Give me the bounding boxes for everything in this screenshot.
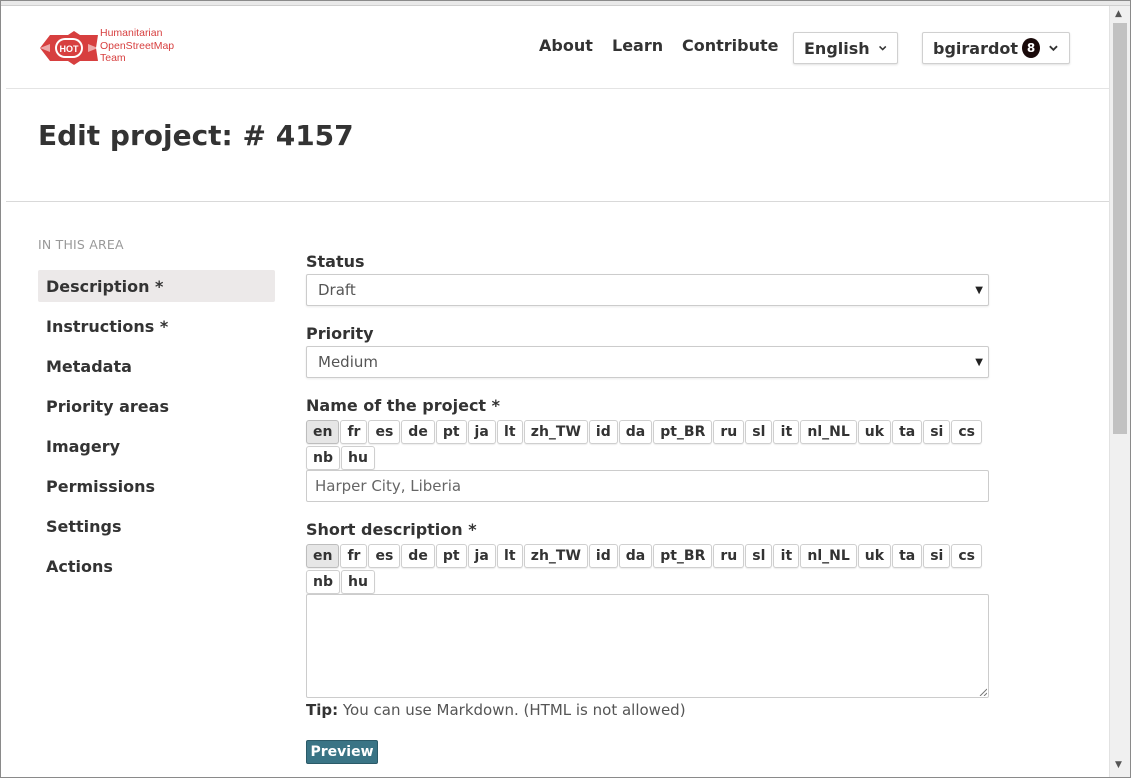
- description-lang-button-id[interactable]: id: [588, 544, 618, 568]
- sidebar-item-actions[interactable]: Actions: [38, 550, 275, 582]
- name-lang-button-lt[interactable]: lt: [496, 420, 523, 444]
- status-value: Draft: [318, 281, 356, 299]
- nav-about[interactable]: About: [539, 36, 593, 55]
- name-lang-button-pt[interactable]: pt: [435, 420, 467, 444]
- select-arrow-icon: ▼: [975, 285, 983, 296]
- description-lang-button-pt[interactable]: pt: [435, 544, 467, 568]
- description-lang-button-ja[interactable]: ja: [467, 544, 496, 568]
- name-lang-button-nl_NL[interactable]: nl_NL: [800, 420, 857, 444]
- description-lang-button-pt_BR[interactable]: pt_BR: [653, 544, 713, 568]
- name-lang-button-hu[interactable]: hu: [341, 446, 375, 470]
- sidebar-item-description[interactable]: Description *: [38, 270, 275, 302]
- brand-name[interactable]: Humanitarian OpenStreetMap Team: [100, 27, 210, 65]
- name-lang-button-uk[interactable]: uk: [857, 420, 892, 444]
- sidebar-item-settings[interactable]: Settings: [38, 510, 275, 542]
- description-lang-button-de[interactable]: de: [401, 544, 435, 568]
- language-tabs-description: en fr es de pt ja lt zh_TW id da pt_BR ru sl it nl_NL u…: [306, 544, 989, 594]
- chevron-down-icon: [1049, 45, 1058, 52]
- priority-value: Medium: [318, 353, 378, 371]
- name-lang-button-cs[interactable]: cs: [951, 420, 982, 444]
- sidebar-item-metadata[interactable]: Metadata: [38, 350, 275, 382]
- short-description-textarea[interactable]: [306, 594, 989, 698]
- name-lang-button-sl[interactable]: sl: [745, 420, 773, 444]
- name-lang-button-de[interactable]: de: [401, 420, 435, 444]
- name-lang-button-ja[interactable]: ja: [467, 420, 496, 444]
- name-lang-button-it[interactable]: it: [773, 420, 800, 444]
- description-lang-button-nl_NL[interactable]: nl_NL: [800, 544, 857, 568]
- preview-button[interactable]: Preview: [306, 740, 378, 764]
- sidebar-item-imagery[interactable]: Imagery: [38, 430, 275, 462]
- name-lang-button-es[interactable]: es: [368, 420, 401, 444]
- nav-learn[interactable]: Learn: [612, 36, 663, 55]
- brand-line-2: OpenStreetMap: [100, 39, 175, 52]
- description-lang-button-si[interactable]: si: [923, 544, 951, 568]
- description-lang-button-ta[interactable]: ta: [892, 544, 923, 568]
- resize-handle-icon[interactable]: [979, 688, 987, 696]
- nav-contribute[interactable]: Contribute: [682, 36, 779, 55]
- title-band: Edit project: # 4157: [6, 89, 1109, 202]
- page-title: Edit project: # 4157: [38, 119, 354, 152]
- description-lang-button-lt[interactable]: lt: [496, 544, 523, 568]
- name-lang-button-id[interactable]: id: [588, 420, 618, 444]
- description-lang-button-sl[interactable]: sl: [745, 544, 773, 568]
- description-lang-button-nb[interactable]: nb: [306, 570, 340, 594]
- name-lang-button-zh_TW[interactable]: zh_TW: [523, 420, 588, 444]
- name-lang-button-ru[interactable]: ru: [713, 420, 745, 444]
- scroll-thumb[interactable]: [1113, 23, 1127, 434]
- description-lang-button-uk[interactable]: uk: [857, 544, 892, 568]
- short-description-label: Short description *: [306, 520, 477, 539]
- markdown-tip: Tip: You can use Markdown. (HTML is not …: [306, 701, 686, 719]
- description-lang-button-ru[interactable]: ru: [713, 544, 745, 568]
- priority-select[interactable]: Medium ▼: [306, 346, 989, 378]
- chevron-down-icon: [878, 45, 886, 51]
- site-header: HOT Humanitarian OpenStreetMap Team Abou…: [6, 6, 1109, 89]
- project-name-label: Name of the project *: [306, 396, 501, 415]
- name-lang-button-pt_BR[interactable]: pt_BR: [653, 420, 713, 444]
- sidebar-item-permissions[interactable]: Permissions: [38, 470, 275, 502]
- description-lang-button-zh_TW[interactable]: zh_TW: [523, 544, 588, 568]
- name-lang-button-en[interactable]: en: [306, 420, 340, 444]
- description-lang-button-hu[interactable]: hu: [341, 570, 375, 594]
- description-lang-button-it[interactable]: it: [773, 544, 800, 568]
- name-lang-button-nb[interactable]: nb: [306, 446, 340, 470]
- language-tabs-name: en fr es de pt ja lt zh_TW id da pt_BR ru sl it nl_NL u…: [306, 420, 989, 470]
- name-lang-button-fr[interactable]: fr: [340, 420, 368, 444]
- name-lang-button-ta[interactable]: ta: [892, 420, 923, 444]
- sidebar-heading: IN THIS AREA: [38, 237, 124, 252]
- name-lang-button-si[interactable]: si: [923, 420, 951, 444]
- notification-badge: 8: [1022, 38, 1041, 58]
- description-lang-button-es[interactable]: es: [368, 544, 401, 568]
- logo-abbr: HOT: [60, 44, 80, 54]
- description-lang-button-cs[interactable]: cs: [951, 544, 982, 568]
- status-label: Status: [306, 252, 365, 271]
- scroll-down-icon[interactable]: ▼: [1115, 760, 1122, 770]
- description-lang-button-en[interactable]: en: [306, 544, 340, 568]
- select-arrow-icon: ▼: [975, 357, 983, 368]
- project-name-input[interactable]: Harper City, Liberia: [306, 470, 989, 502]
- status-select[interactable]: Draft ▼: [306, 274, 989, 306]
- scroll-up-icon[interactable]: ▲: [1115, 9, 1122, 19]
- language-label: English: [804, 38, 870, 58]
- sidebar-item-priority-areas[interactable]: Priority areas: [38, 390, 275, 422]
- page-scrollbar[interactable]: ▲ ▼: [1109, 6, 1130, 777]
- description-lang-button-da[interactable]: da: [618, 544, 653, 568]
- username: bgirardot: [933, 38, 1019, 58]
- brand-line-1: Humanitarian: [100, 27, 163, 39]
- language-dropdown[interactable]: English: [793, 32, 898, 64]
- description-lang-button-fr[interactable]: fr: [340, 544, 368, 568]
- name-lang-button-da[interactable]: da: [618, 420, 653, 444]
- brand-line-3: Team: [100, 52, 126, 64]
- sidebar-item-instructions[interactable]: Instructions *: [38, 310, 275, 342]
- tip-label: Tip:: [306, 701, 339, 719]
- priority-label: Priority: [306, 324, 374, 343]
- browser-frame: HOT Humanitarian OpenStreetMap Team Abou…: [0, 0, 1131, 778]
- tip-text: You can use Markdown. (HTML is not allow…: [338, 701, 686, 719]
- user-menu-dropdown[interactable]: bgirardot 8: [922, 32, 1070, 64]
